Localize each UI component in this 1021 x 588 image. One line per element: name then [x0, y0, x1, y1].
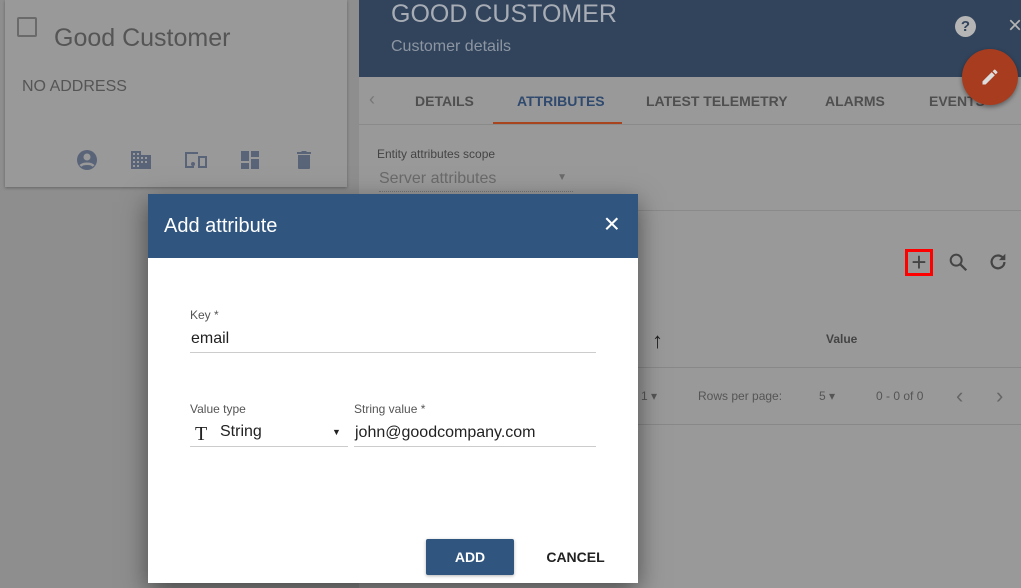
page-select[interactable]: 1 ▾ [641, 389, 657, 403]
string-value-label: String value * [354, 402, 426, 416]
page-range: 0 - 0 of 0 [876, 389, 924, 403]
scope-value: Server attributes [379, 170, 497, 187]
add-attribute-dialog: Add attribute × Key * email Value type T… [148, 194, 638, 583]
value-type-select[interactable]: String [220, 423, 262, 441]
scope-label: Entity attributes scope [377, 147, 496, 161]
tab-details[interactable]: DETAILS [415, 93, 474, 109]
text-type-icon: T [195, 423, 208, 445]
delete-icon[interactable] [292, 148, 316, 172]
scope-select[interactable]: Server attributes ▼ [379, 170, 573, 192]
tab-alarms[interactable]: ALARMS [825, 93, 885, 109]
devices-icon[interactable] [184, 148, 208, 172]
tabs-prev-icon[interactable]: ‹ [369, 89, 375, 110]
help-icon[interactable]: ? [955, 16, 976, 37]
close-panel-icon[interactable]: × [1008, 12, 1021, 40]
key-label: Key * [190, 308, 219, 322]
pencil-icon [982, 69, 998, 85]
dialog-title: Add attribute [164, 214, 278, 237]
tab-bar: ‹ DETAILS ATTRIBUTES LATEST TELEMETRY AL… [359, 77, 1021, 125]
tab-latest-telemetry[interactable]: LATEST TELEMETRY [646, 93, 788, 109]
account-icon[interactable] [75, 148, 99, 172]
next-page-icon[interactable]: › [996, 383, 1003, 409]
card-address: NO ADDRESS [22, 78, 127, 95]
panel-subtitle: Customer details [391, 38, 512, 55]
tab-attributes[interactable]: ATTRIBUTES [517, 93, 605, 109]
string-underline [354, 446, 596, 447]
select-checkbox[interactable] [17, 17, 37, 37]
active-tab-indicator [493, 122, 622, 124]
value-type-label: Value type [190, 402, 246, 416]
close-dialog-icon[interactable]: × [604, 210, 620, 238]
add-button[interactable]: ADD [426, 539, 514, 575]
panel-title: GOOD CUSTOMER [391, 0, 617, 28]
search-icon[interactable] [947, 251, 969, 273]
card-title: Good Customer [54, 24, 231, 52]
key-underline [190, 352, 596, 353]
building-icon[interactable] [129, 148, 153, 172]
string-value-input[interactable]: john@goodcompany.com [355, 424, 536, 442]
table-divider [638, 367, 1021, 368]
dialog-header: Add attribute × [148, 194, 638, 258]
prev-page-icon[interactable]: ‹ [956, 383, 963, 409]
column-value[interactable]: Value [826, 332, 857, 346]
sort-asc-icon[interactable]: ↑ [652, 328, 663, 354]
page-value: 1 [641, 389, 648, 403]
add-attribute-button[interactable]: + [905, 249, 933, 276]
rows-per-page-value: 5 [819, 389, 826, 403]
cancel-button[interactable]: CANCEL [528, 539, 623, 575]
type-underline [190, 446, 348, 447]
rows-per-page-select[interactable]: 5 ▾ [819, 389, 835, 403]
refresh-icon[interactable] [987, 251, 1009, 273]
edit-fab[interactable] [962, 49, 1018, 105]
key-input[interactable]: email [191, 330, 229, 348]
dropdown-arrow-icon: ▼ [332, 427, 341, 437]
dropdown-arrow-icon: ▼ [557, 172, 567, 183]
rows-per-page-label: Rows per page: [698, 389, 783, 403]
dashboard-icon[interactable] [238, 148, 262, 172]
